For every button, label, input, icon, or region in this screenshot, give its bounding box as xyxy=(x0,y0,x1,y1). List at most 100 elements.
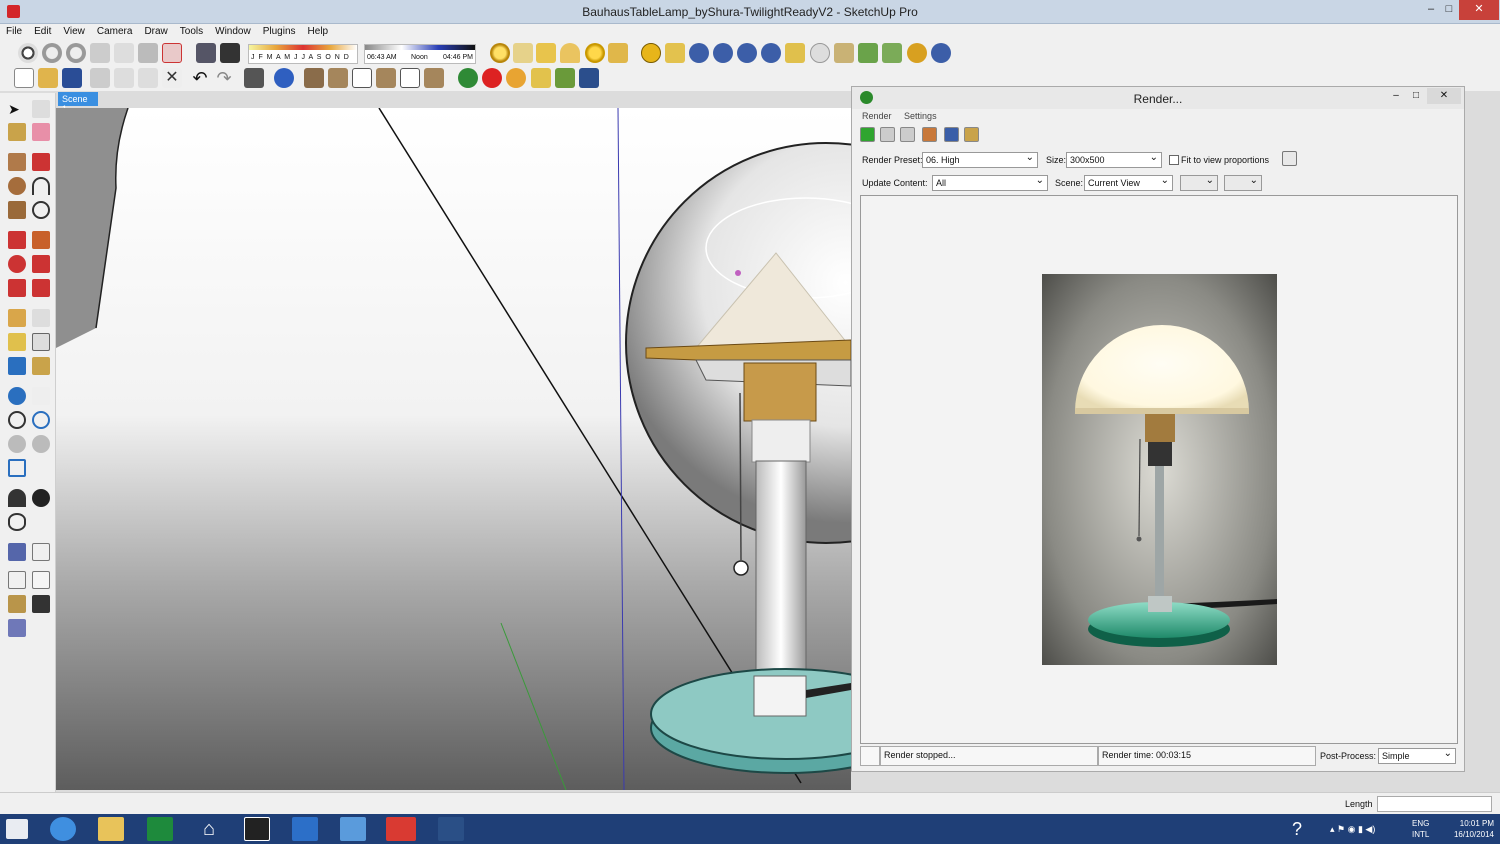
axes-icon[interactable] xyxy=(8,357,26,375)
rectangle-icon[interactable] xyxy=(8,153,26,171)
layout-app-icon[interactable] xyxy=(438,817,464,841)
plant-icon[interactable] xyxy=(882,43,902,63)
help-tray-icon[interactable]: ? xyxy=(1284,817,1310,841)
position-camera-icon[interactable] xyxy=(8,489,26,507)
render-menu-settings[interactable]: Settings xyxy=(904,111,937,121)
top-view-icon[interactable] xyxy=(328,68,348,88)
copy-icon[interactable] xyxy=(114,68,134,88)
size-select[interactable]: 300x500 xyxy=(1066,152,1162,168)
save-icon[interactable] xyxy=(62,68,82,88)
offset-icon[interactable] xyxy=(32,279,50,297)
render-close-button[interactable]: ✕ xyxy=(1427,88,1461,104)
language-indicator[interactable]: ENG INTL xyxy=(1412,818,1429,840)
material-m-icon[interactable] xyxy=(641,43,661,63)
cut-icon[interactable] xyxy=(90,68,110,88)
render-preset-select[interactable]: 06. High xyxy=(922,152,1038,168)
dimension-icon[interactable] xyxy=(32,309,50,327)
model-viewport[interactable] xyxy=(56,108,851,790)
fog-toggle-icon[interactable] xyxy=(220,43,240,63)
make-component-icon[interactable] xyxy=(32,100,50,118)
scale-icon[interactable] xyxy=(8,279,26,297)
fit-view-icon[interactable] xyxy=(1282,151,1297,166)
section-plane-icon[interactable] xyxy=(8,543,26,561)
move-icon[interactable] xyxy=(8,231,26,249)
paste-icon[interactable] xyxy=(138,68,158,88)
help-render-icon[interactable] xyxy=(761,43,781,63)
render-br-icon[interactable] xyxy=(737,43,757,63)
render-menu-render[interactable]: Render xyxy=(862,111,892,121)
remote-desktop-icon[interactable] xyxy=(292,817,318,841)
orbit-settings-icon[interactable] xyxy=(18,43,38,63)
circle-icon[interactable] xyxy=(8,177,26,195)
menu-draw[interactable]: Draw xyxy=(138,24,173,37)
close-button[interactable]: ✕ xyxy=(1459,0,1499,20)
shadow-time-slider[interactable]: 06:43 AM Noon 04:46 PM xyxy=(364,44,476,64)
length-input[interactable] xyxy=(1377,796,1492,812)
pan-hand-icon[interactable] xyxy=(32,387,50,405)
eraser-icon[interactable] xyxy=(32,123,50,141)
back-view-icon[interactable] xyxy=(400,68,420,88)
camera-dropdown-icon[interactable] xyxy=(1180,175,1218,191)
terrain-icon[interactable] xyxy=(138,43,158,63)
stop-render-icon[interactable] xyxy=(900,127,915,142)
model-info-icon[interactable] xyxy=(274,68,294,88)
material-tag-icon[interactable] xyxy=(665,43,685,63)
extension-icon[interactable] xyxy=(531,68,551,88)
scene-select[interactable]: Current View xyxy=(1084,175,1173,191)
shadow-month-slider[interactable]: J F M A M J J A S O N D xyxy=(248,44,358,64)
orbit-icon[interactable] xyxy=(8,387,26,405)
polygon-icon[interactable] xyxy=(8,201,26,219)
home-icon[interactable]: ⌂ xyxy=(196,817,222,841)
system-tray-icons[interactable]: ▴ ⚑ ◉ ▮ ◀) xyxy=(1330,817,1410,841)
post-process-select[interactable]: Simple xyxy=(1378,748,1456,764)
sphere-tool-icon[interactable] xyxy=(42,43,62,63)
flag-light-icon[interactable] xyxy=(536,43,556,63)
shadows-toggle-icon[interactable] xyxy=(196,43,216,63)
zoom-extents-icon[interactable] xyxy=(8,459,26,477)
3d-text-icon[interactable] xyxy=(32,357,50,375)
open-image-icon[interactable] xyxy=(922,127,937,142)
render-rt-icon[interactable] xyxy=(713,43,733,63)
left-view-icon[interactable] xyxy=(424,68,444,88)
menu-tools[interactable]: Tools xyxy=(174,24,209,37)
arc-icon[interactable] xyxy=(32,177,50,195)
protractor-icon[interactable] xyxy=(8,333,26,351)
sketchup-taskbar-icon[interactable] xyxy=(386,817,416,841)
paint-app-icon[interactable] xyxy=(244,817,270,841)
region-dropdown-icon[interactable] xyxy=(1224,175,1262,191)
windows-start-icon[interactable] xyxy=(6,819,28,839)
follow-me-icon[interactable] xyxy=(32,255,50,273)
next-view-icon[interactable] xyxy=(32,435,50,453)
warehouse-icon[interactable] xyxy=(458,68,478,88)
menu-help[interactable]: Help xyxy=(302,24,335,37)
binoculars-icon[interactable] xyxy=(579,68,599,88)
globe-tool-icon[interactable] xyxy=(66,43,86,63)
sandbox-icon[interactable] xyxy=(114,43,134,63)
erase-x-icon[interactable]: ✕ xyxy=(162,68,182,88)
wireframe-cube-icon[interactable] xyxy=(32,543,50,561)
select-arrow-icon[interactable]: ➤ xyxy=(8,100,26,118)
save-image-icon[interactable] xyxy=(944,127,959,142)
pause-render-icon[interactable] xyxy=(931,43,951,63)
xray-cube-icon[interactable] xyxy=(8,571,26,589)
proxy-tag-icon[interactable] xyxy=(785,43,805,63)
render-minimize-button[interactable]: – xyxy=(1385,88,1407,104)
walk-footprints-icon[interactable] xyxy=(32,489,50,507)
export-image-icon[interactable] xyxy=(964,127,979,142)
redo-icon[interactable]: ↷ xyxy=(214,68,234,88)
tree-icon[interactable] xyxy=(858,43,878,63)
undo-icon[interactable]: ↶ xyxy=(190,68,210,88)
textured-cube-icon[interactable] xyxy=(32,595,50,613)
update-content-select[interactable]: All xyxy=(932,175,1048,191)
pause-render-icon[interactable] xyxy=(880,127,895,142)
print-icon[interactable] xyxy=(244,68,264,88)
render-maximize-button[interactable]: □ xyxy=(1405,88,1427,104)
point-light-icon[interactable] xyxy=(585,43,605,63)
clock[interactable]: 10:01 PM 16/10/2014 xyxy=(1454,818,1494,840)
component-icon[interactable] xyxy=(90,43,110,63)
menu-file[interactable]: File xyxy=(0,24,28,37)
look-around-eye-icon[interactable] xyxy=(8,513,26,531)
front-view-icon[interactable] xyxy=(352,68,372,88)
menu-view[interactable]: View xyxy=(57,24,91,37)
monochrome-cube-icon[interactable] xyxy=(8,619,26,637)
